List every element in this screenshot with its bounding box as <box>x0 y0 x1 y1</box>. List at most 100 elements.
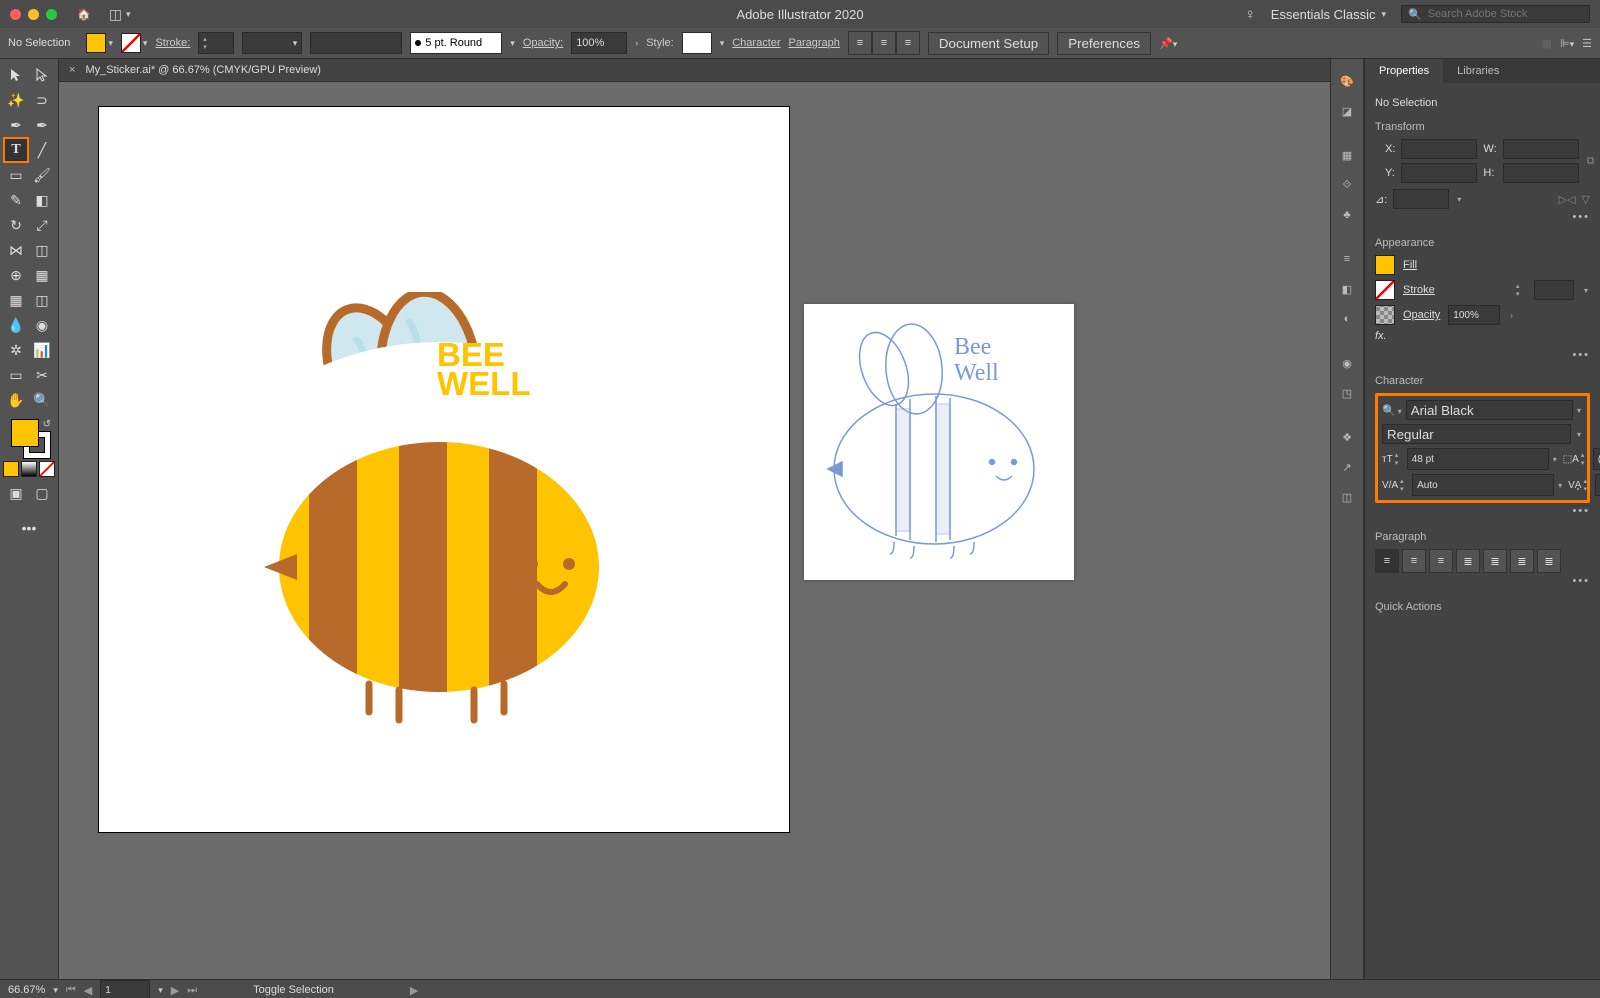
font-family-input[interactable] <box>1406 400 1573 420</box>
eraser-tool-icon[interactable]: ◧ <box>30 188 54 212</box>
magic-wand-tool-icon[interactable]: ✨ <box>4 88 28 112</box>
tracking-input[interactable] <box>1595 474 1600 496</box>
brush-definition[interactable]: 5 pt. Round <box>410 32 502 54</box>
close-window-icon[interactable] <box>10 9 21 20</box>
curvature-tool-icon[interactable]: ✒ <box>30 113 54 137</box>
color-gradient-icon[interactable] <box>21 461 37 477</box>
learn-icon[interactable]: ♀ <box>1244 6 1255 23</box>
x-input[interactable] <box>1401 139 1477 159</box>
opacity-value-prop[interactable] <box>1448 305 1500 325</box>
line-tool-icon[interactable]: ╱ <box>30 138 54 162</box>
last-artboard-icon[interactable]: ⏭ <box>187 984 197 997</box>
paragraph-more-icon[interactable]: ••• <box>1375 573 1590 589</box>
selection-tool-icon[interactable] <box>4 63 28 87</box>
minimize-window-icon[interactable] <box>28 9 39 20</box>
link-wh-icon[interactable]: ⧉ <box>1587 155 1595 168</box>
zoom-value[interactable]: 66.67% <box>8 984 45 996</box>
prev-artboard-icon[interactable]: ◀ <box>84 984 92 997</box>
stroke-swatch-prop[interactable] <box>1375 280 1395 300</box>
font-size-input[interactable] <box>1407 448 1549 470</box>
first-artboard-icon[interactable]: ⏮ <box>66 984 76 997</box>
opacity-label[interactable]: Opacity: <box>523 37 563 49</box>
h-input[interactable] <box>1503 163 1579 183</box>
list-icon[interactable]: ☰ <box>1582 37 1592 50</box>
stroke-panel-icon[interactable]: ≡ <box>1335 247 1359 271</box>
fill-label[interactable]: Fill <box>1403 259 1417 271</box>
align-center-icon[interactable]: ≡ <box>872 31 896 55</box>
gradient-panel-icon[interactable]: ◧ <box>1335 277 1359 301</box>
fill-color-control[interactable]: ▾ <box>86 33 113 53</box>
leading-input[interactable] <box>1593 448 1600 470</box>
para-align-left-icon[interactable]: ≡ <box>1375 549 1399 573</box>
pin-icon[interactable]: 📌▾ <box>1159 37 1177 50</box>
rotate-tool-icon[interactable]: ↻ <box>4 213 28 237</box>
isolate-icon[interactable]: ▦ <box>1542 37 1552 50</box>
tab-libraries[interactable]: Libraries <box>1443 59 1513 83</box>
flip-h-icon[interactable]: ▷◁ <box>1559 193 1576 206</box>
gradient-tool-icon[interactable]: ◫ <box>30 288 54 312</box>
home-icon[interactable]: 🏠 <box>77 8 91 21</box>
status-flyout-icon[interactable]: ▶ <box>410 984 418 997</box>
reference-point-grid[interactable] <box>1375 148 1377 174</box>
swatches-panel-icon[interactable]: ▦ <box>1335 143 1359 167</box>
align-left-icon[interactable]: ≡ <box>848 31 872 55</box>
para-justify-left-icon[interactable]: ≣ <box>1456 549 1480 573</box>
character-more-icon[interactable]: ••• <box>1375 503 1590 519</box>
font-style-input[interactable] <box>1382 424 1571 444</box>
graphic-style[interactable] <box>682 32 712 54</box>
color-solid-icon[interactable] <box>3 461 19 477</box>
opacity-label-prop[interactable]: Opacity <box>1403 309 1440 321</box>
angle-input[interactable] <box>1393 189 1449 209</box>
fill-swatch[interactable] <box>11 419 39 447</box>
artboard-tool-icon[interactable]: ▭ <box>4 363 28 387</box>
opacity-flyout[interactable]: › <box>635 38 638 48</box>
font-search-icon[interactable]: 🔍▾ <box>1382 404 1404 417</box>
color-guide-panel-icon[interactable]: ◪ <box>1335 99 1359 123</box>
para-justify-all-icon[interactable]: ≣ <box>1537 549 1561 573</box>
transform-more-icon[interactable]: ••• <box>1375 209 1590 225</box>
hand-tool-icon[interactable]: ✋ <box>4 388 28 412</box>
kerning-input[interactable] <box>1412 474 1554 496</box>
type-tool-icon[interactable]: T <box>4 138 28 162</box>
direct-selection-tool-icon[interactable] <box>30 63 54 87</box>
swap-fill-stroke-icon[interactable]: ↺ <box>43 419 51 430</box>
free-transform-tool-icon[interactable]: ◫ <box>30 238 54 262</box>
close-tab-icon[interactable]: × <box>69 64 75 76</box>
preferences-button[interactable]: Preferences <box>1057 32 1151 55</box>
next-artboard-icon[interactable]: ▶ <box>171 984 179 997</box>
symbols-panel-icon[interactable]: ♣ <box>1335 203 1359 227</box>
arrange-documents-menu[interactable]: ◫ ▾ <box>109 6 131 23</box>
lasso-tool-icon[interactable]: ⊃ <box>30 88 54 112</box>
rectangle-tool-icon[interactable]: ▭ <box>4 163 28 187</box>
stroke-color-control[interactable]: ▾ <box>121 33 148 53</box>
mesh-tool-icon[interactable]: ▦ <box>4 288 28 312</box>
appearance-panel-icon[interactable]: ◉ <box>1335 351 1359 375</box>
canvas[interactable]: BEE WELL <box>59 82 1330 979</box>
stroke-label[interactable]: Stroke: <box>155 37 190 49</box>
zoom-tool-icon[interactable]: 🔍 <box>30 388 54 412</box>
var-width-profile[interactable]: ▾ <box>242 32 302 54</box>
paintbrush-tool-icon[interactable]: 🖌 <box>30 163 54 187</box>
fx-label[interactable]: fx. <box>1375 330 1387 342</box>
fill-stroke-control[interactable]: ↺ <box>7 419 51 457</box>
transparency-panel-icon[interactable]: ◐ <box>1335 307 1359 331</box>
fill-swatch-prop[interactable] <box>1375 255 1395 275</box>
opacity-input[interactable]: 100% <box>571 32 627 54</box>
artboard-nav-input[interactable] <box>100 980 150 998</box>
search-stock[interactable]: 🔍 <box>1401 5 1590 23</box>
y-input[interactable] <box>1401 163 1477 183</box>
width-tool-icon[interactable]: ⋈ <box>4 238 28 262</box>
para-justify-center-icon[interactable]: ≣ <box>1483 549 1507 573</box>
eyedropper-tool-icon[interactable]: 💧 <box>4 313 28 337</box>
character-panel-link[interactable]: Character <box>732 37 780 49</box>
document-tab[interactable]: × My_Sticker.ai* @ 66.67% (CMYK/GPU Prev… <box>59 59 1330 82</box>
asset-export-panel-icon[interactable]: ↗ <box>1335 455 1359 479</box>
drawing-mode-icon[interactable]: ▣ <box>4 481 28 505</box>
para-align-center-icon[interactable]: ≡ <box>1402 549 1426 573</box>
workspace-switcher[interactable]: Essentials Classic▾ <box>1271 7 1386 22</box>
shaper-tool-icon[interactable]: ✎ <box>4 188 28 212</box>
tab-properties[interactable]: Properties <box>1365 59 1443 83</box>
color-none-icon[interactable] <box>39 461 55 477</box>
para-align-right-icon[interactable]: ≡ <box>1429 549 1453 573</box>
fullscreen-window-icon[interactable] <box>46 9 57 20</box>
